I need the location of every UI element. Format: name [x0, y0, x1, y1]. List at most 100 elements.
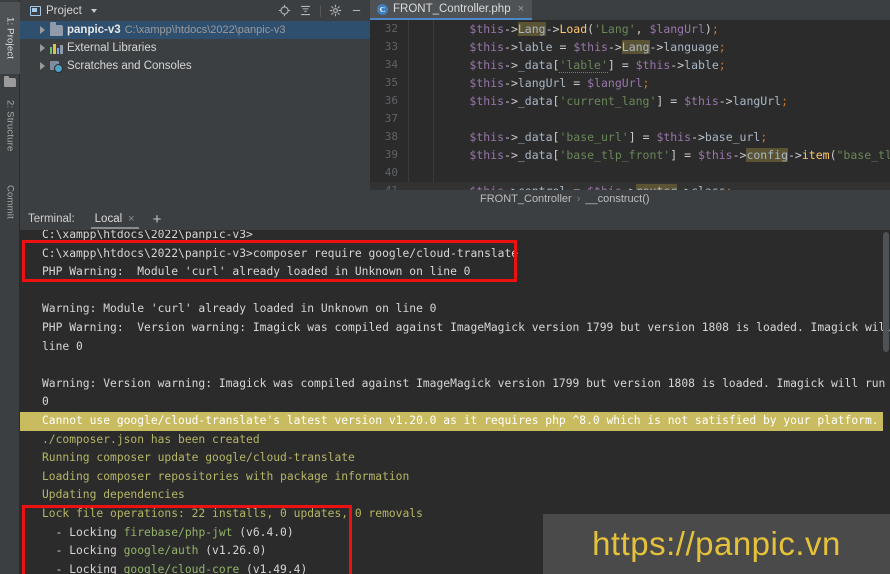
code-line: 41 $this->control = $this->router->class… [370, 182, 890, 190]
line-number: 34 [384, 58, 398, 71]
vertical-tab-commit-label: Commit [4, 185, 16, 219]
watermark: https://panpic.vn [543, 514, 890, 574]
terminal-line: C:\xampp\htdocs\2022\panpic-v3>composer … [42, 246, 519, 260]
library-icon [50, 43, 63, 54]
code-line: 38 $this->_data['base_url'] = $this->bas… [370, 128, 890, 146]
line-number: 40 [384, 166, 398, 179]
code-line: 32 $this->Lang->Load('Lang', $langUrl); [370, 20, 890, 38]
project-window-icon [30, 5, 41, 16]
code-lines-container[interactable]: 32 $this->Lang->Load('Lang', $langUrl); 3… [370, 20, 890, 190]
terminal-line: 0 [42, 395, 49, 409]
tree-row-scratches-and-consoles[interactable]: Scratches and Consoles [20, 57, 370, 75]
watermark-text: https://panpic.vn [592, 525, 841, 562]
code-line: 36 $this->_data['current_lang'] = $this-… [370, 92, 890, 110]
expand-arrow-icon[interactable] [40, 26, 45, 34]
code-text: $this->_data['lable'] = $this->lable; [469, 58, 726, 73]
terminal-lock-package: google/auth [123, 544, 199, 558]
line-number: 37 [384, 112, 398, 125]
line-number: 35 [384, 76, 398, 89]
line-number: 32 [384, 22, 398, 35]
tree-item-name: panpic-v3 [67, 24, 121, 36]
code-line: 35 $this->langUrl = $langUrl; [370, 74, 890, 92]
tree-row-panpic-v3[interactable]: panpic-v3 C:\xampp\htdocs\2022\panpic-v3 [20, 21, 370, 39]
line-number: 41 [370, 182, 398, 190]
toolbar-divider [320, 4, 321, 17]
code-editor: C FRONT_Controller.php × 32 $this->Lang-… [370, 0, 890, 208]
tree-item-name: Scratches and Consoles [67, 60, 192, 72]
terminal-tab-local[interactable]: Local × [89, 208, 141, 230]
terminal-line: Updating dependencies [42, 488, 185, 502]
terminal-line: Warning: Module 'curl' already loaded in… [42, 302, 437, 316]
project-tree: panpic-v3 C:\xampp\htdocs\2022\panpic-v3… [20, 21, 370, 75]
tree-item-name: External Libraries [67, 42, 157, 54]
locate-icon[interactable] [275, 1, 294, 20]
expand-arrow-icon[interactable] [40, 62, 45, 70]
code-text: $this->control = $this->router->class; [414, 182, 733, 190]
collapse-all-icon[interactable] [296, 1, 315, 20]
terminal-line: Loading composer repositories with packa… [42, 469, 410, 483]
php-class-icon: C [377, 3, 388, 15]
code-text: $this->Lang->Load('Lang', $langUrl); [469, 22, 719, 36]
terminal-tab-bar: Terminal: Local × + [20, 208, 890, 230]
breadcrumb-class[interactable]: FRONT_Controller [480, 193, 572, 205]
code-text: $this->langUrl = $langUrl; [469, 76, 650, 90]
terminal-line: Running composer update google/cloud-tra… [42, 451, 355, 465]
code-text: $this->_data['current_lang'] = $this->la… [469, 94, 789, 108]
code-text: $this->_data['base_tlp_front'] = $this->… [469, 148, 890, 162]
terminal-lock-version: (v1.49.4) [239, 562, 308, 574]
project-toolbar-buttons [275, 0, 366, 21]
terminal-lock-prefix: - Locking [42, 562, 124, 574]
terminal-lock-package: google/cloud-core [123, 562, 240, 574]
close-icon[interactable]: × [518, 3, 524, 15]
code-text: $this->_data['base_url'] = $this->base_u… [469, 130, 768, 144]
project-toolbar: Project [20, 0, 370, 21]
close-icon[interactable]: × [128, 213, 134, 225]
code-text: $this->lable = $this->Lang->language; [469, 40, 726, 54]
vertical-tab-structure-label: 2: Structure [4, 100, 16, 152]
terminal-lock-prefix: - Locking [42, 544, 124, 558]
terminal-line: line 0 [42, 339, 83, 353]
expand-arrow-icon[interactable] [40, 44, 45, 52]
editor-tab-bar: C FRONT_Controller.php × [370, 0, 890, 20]
project-folder-icon [4, 75, 16, 87]
project-title-button[interactable]: Project [20, 5, 97, 17]
chevron-down-icon [90, 8, 97, 13]
project-panel: Project panpic-v3 C:\xampp\htdocs\2022\p… [20, 0, 370, 208]
editor-tab-label: FRONT_Controller.php [393, 3, 511, 15]
vertical-tab-commit[interactable]: Commit [0, 172, 20, 232]
code-line: 37 [370, 110, 890, 128]
line-number: 39 [384, 148, 398, 161]
breadcrumb: FRONT_Controller › __construct() [370, 190, 890, 208]
line-number: 38 [384, 130, 398, 143]
vertical-tab-project[interactable]: 1: Project [0, 2, 20, 74]
code-line: 40 [370, 164, 890, 182]
terminal-label: Terminal: [28, 213, 75, 225]
terminal-line: Warning: Version warning: Imagick was co… [42, 376, 890, 390]
terminal-scrollbar[interactable] [882, 232, 890, 532]
settings-gear-icon[interactable] [326, 1, 345, 20]
terminal-line: ./composer.json has been created [42, 432, 260, 446]
vertical-tab-structure[interactable]: 2: Structure [0, 88, 20, 164]
terminal-line: C:\xampp\htdocs\2022\panpic-v3> [42, 230, 253, 241]
vertical-tab-bottom-partial [3, 536, 17, 556]
breadcrumb-separator-icon: › [576, 193, 581, 205]
project-title-label: Project [46, 4, 82, 17]
breadcrumb-method[interactable]: __construct() [585, 193, 649, 205]
editor-tab-front-controller[interactable]: C FRONT_Controller.php × [370, 0, 533, 20]
terminal-lock-version: (v6.4.0) [232, 525, 294, 539]
terminal-line: PHP Warning: Module 'curl' already loade… [42, 265, 471, 279]
folder-icon [50, 21, 63, 36]
code-line: 33 $this->lable = $this->Lang->language; [370, 38, 890, 56]
tree-item-path: C:\xampp\htdocs\2022\panpic-v3 [124, 24, 286, 36]
terminal-line: PHP Warning: Version warning: Imagick wa… [42, 320, 890, 334]
ide-window: 1: Project 2: Structure Commit Project p… [0, 0, 890, 574]
minimize-icon[interactable] [347, 1, 366, 20]
tree-row-external-libraries[interactable]: External Libraries [20, 39, 370, 57]
terminal-line: Cannot use google/cloud-translate's late… [20, 411, 890, 431]
terminal-tab-local-label: Local [94, 213, 123, 225]
add-terminal-button[interactable]: + [153, 212, 162, 227]
scratches-icon [50, 60, 63, 73]
code-line: 34 $this->_data['lable'] = $this->lable; [370, 56, 890, 74]
line-number: 36 [384, 94, 398, 107]
